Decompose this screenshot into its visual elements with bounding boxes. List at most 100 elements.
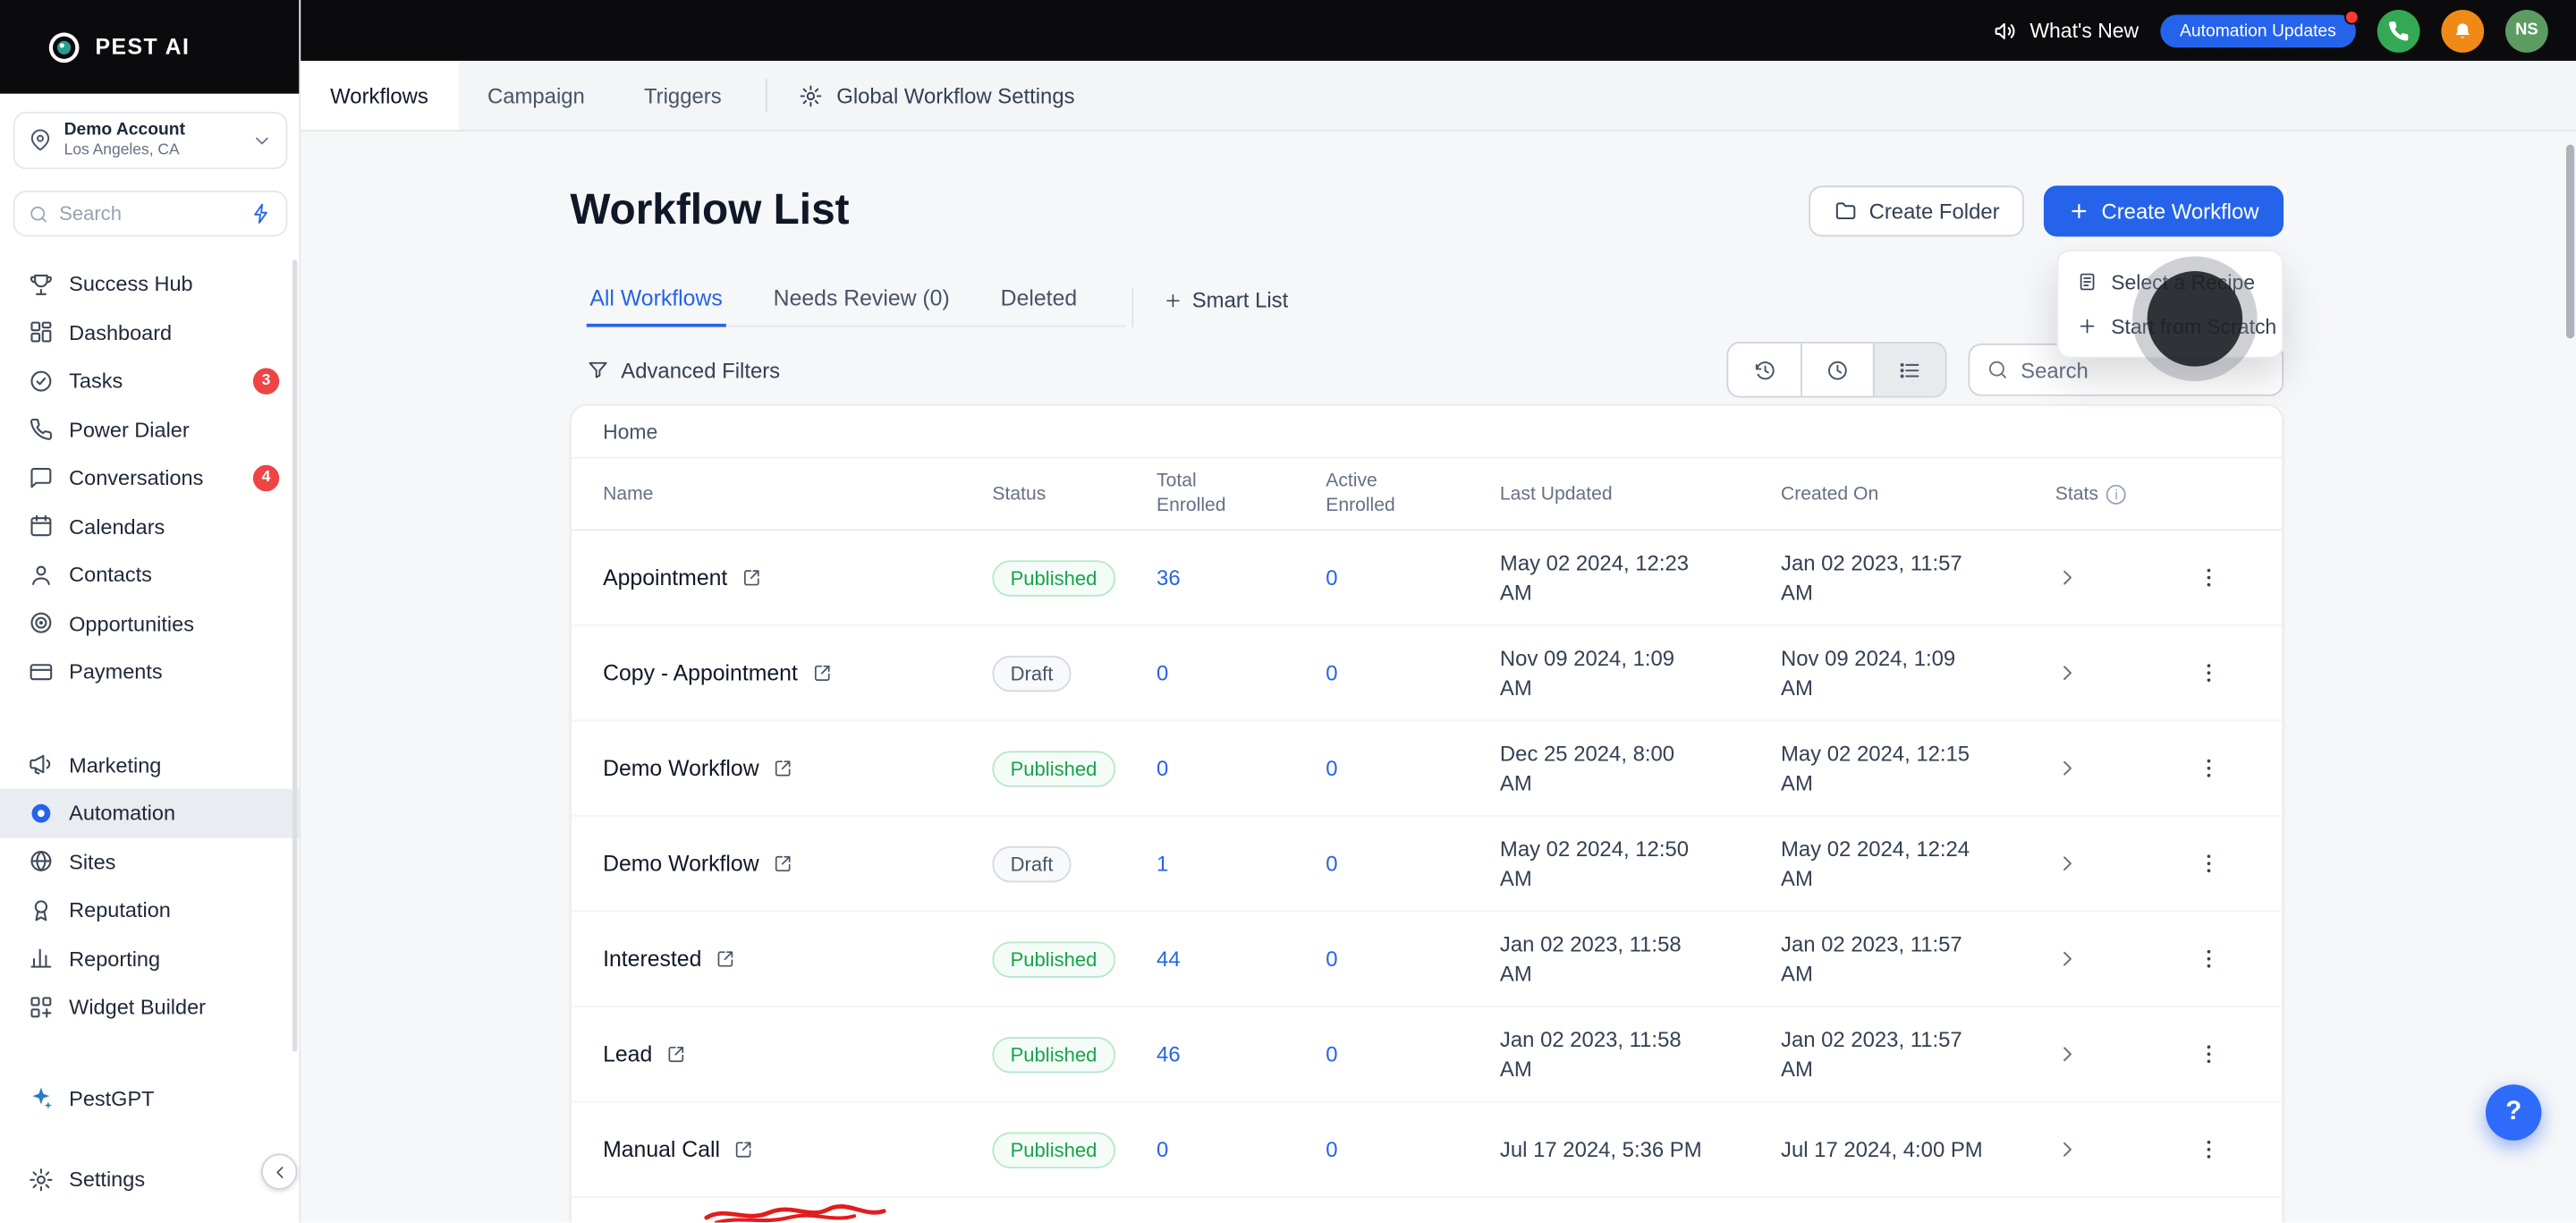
sidebar-item-tasks[interactable]: Tasks 3 xyxy=(0,357,299,405)
sidebar-item-success-hub[interactable]: Success Hub xyxy=(0,259,299,308)
sidebar-item-reporting[interactable]: Reporting xyxy=(0,934,299,982)
page-scrollbar[interactable] xyxy=(2565,144,2575,339)
workflow-name-cell[interactable]: Appointment xyxy=(603,565,992,590)
sidebar-scrollbar[interactable] xyxy=(292,259,298,1052)
stats-link[interactable] xyxy=(2055,565,2171,590)
row-menu-button[interactable] xyxy=(2170,1041,2256,1066)
active-enrolled-value[interactable]: 0 xyxy=(1326,1137,1500,1162)
workflow-name[interactable]: Lead xyxy=(603,1041,652,1066)
alerts-button[interactable] xyxy=(2441,9,2485,52)
workflow-name[interactable]: Demo Workflow xyxy=(603,756,759,781)
workflow-name[interactable]: Interested xyxy=(603,947,701,972)
active-enrolled-value[interactable]: 0 xyxy=(1326,756,1500,781)
workflow-name-cell[interactable]: Copy - Appointment xyxy=(603,660,992,685)
sidebar-search-input[interactable] xyxy=(59,201,241,225)
global-workflow-settings-button[interactable]: Global Workflow Settings xyxy=(783,61,1091,130)
whats-new-button[interactable]: What's New xyxy=(1992,17,2139,43)
total-enrolled-value[interactable]: 44 xyxy=(1157,947,1326,972)
sidebar-item-dashboard[interactable]: Dashboard xyxy=(0,308,299,356)
total-enrolled-value[interactable]: 46 xyxy=(1157,1041,1326,1066)
sidebar-item-settings[interactable]: Settings xyxy=(0,1155,299,1203)
sidebar-item-pestgpt[interactable]: PestGPT xyxy=(0,1074,299,1122)
row-menu-button[interactable] xyxy=(2170,851,2256,876)
stats-link[interactable] xyxy=(2055,1041,2171,1066)
stats-link[interactable] xyxy=(2055,947,2171,972)
stats-link[interactable] xyxy=(2055,1137,2171,1162)
account-switcher[interactable]: Demo Account Los Angeles, CA xyxy=(13,111,288,170)
sidebar-item-widget-builder[interactable]: Widget Builder xyxy=(0,982,299,1031)
sidebar-item-contacts[interactable]: Contacts xyxy=(0,550,299,599)
workflow-name-cell[interactable]: Lead xyxy=(603,1041,992,1066)
workflow-name[interactable]: Manual Call xyxy=(603,1137,720,1162)
quick-actions-bolt-icon[interactable] xyxy=(250,202,273,225)
external-link-icon[interactable] xyxy=(733,1139,755,1160)
external-link-icon[interactable] xyxy=(811,662,833,684)
row-menu-button[interactable] xyxy=(2170,947,2256,972)
external-link-icon[interactable] xyxy=(772,758,793,779)
sidebar-item-opportunities[interactable]: Opportunities xyxy=(0,599,299,647)
sidebar-item-reputation[interactable]: Reputation xyxy=(0,886,299,934)
advanced-filters-button[interactable]: Advanced Filters xyxy=(587,357,780,382)
stats-link[interactable] xyxy=(2055,660,2171,685)
table-row[interactable]: Interested Published 44 0 Jan 02 2023, 1… xyxy=(572,912,2283,1007)
stats-link[interactable] xyxy=(2055,851,2171,876)
breadcrumb[interactable]: Home xyxy=(572,406,2283,459)
sidebar-item-sites[interactable]: Sites xyxy=(0,837,299,886)
active-enrolled-value[interactable]: 0 xyxy=(1326,851,1500,876)
external-link-icon[interactable] xyxy=(715,948,736,970)
active-enrolled-value[interactable]: 0 xyxy=(1326,565,1500,590)
user-avatar[interactable]: NS xyxy=(2505,9,2548,52)
workflow-name[interactable]: Appointment xyxy=(603,565,727,590)
sidebar-item-conversations[interactable]: Conversations 4 xyxy=(0,454,299,502)
workflow-name-cell[interactable]: Demo Workflow xyxy=(603,851,992,876)
sidebar-item-automation[interactable]: Automation xyxy=(0,788,300,837)
stats-link[interactable] xyxy=(2055,756,2171,781)
tab-campaign[interactable]: Campaign xyxy=(458,61,614,130)
workflow-name-cell[interactable]: Demo Workflow xyxy=(603,756,992,781)
sidebar-collapse-button[interactable] xyxy=(261,1153,298,1190)
table-row[interactable]: Manual Call Published 0 0 Jul 17 2024, 5… xyxy=(572,1102,2283,1198)
workflow-name-cell[interactable]: Manual Call xyxy=(603,1137,992,1162)
sidebar-item-marketing[interactable]: Marketing xyxy=(0,740,299,788)
row-menu-button[interactable] xyxy=(2170,1137,2256,1162)
automation-updates-button[interactable]: Automation Updates xyxy=(2160,9,2360,47)
workflow-name[interactable]: Demo Workflow xyxy=(603,851,759,876)
table-row[interactable]: Demo Workflow Published 0 0 Dec 25 2024,… xyxy=(572,721,2283,817)
tab-triggers[interactable]: Triggers xyxy=(614,61,751,130)
external-link-icon[interactable] xyxy=(665,1043,687,1065)
total-enrolled-value[interactable]: 0 xyxy=(1157,756,1326,781)
tab-workflows[interactable]: Workflows xyxy=(301,60,458,131)
create-folder-button[interactable]: Create Folder xyxy=(1808,185,2025,237)
dialer-button[interactable] xyxy=(2377,9,2420,52)
workflow-search-input[interactable] xyxy=(2021,357,2266,383)
row-menu-button[interactable] xyxy=(2170,660,2256,685)
list-view-button[interactable] xyxy=(1872,343,1945,396)
sidebar-item-payments[interactable]: Payments xyxy=(0,648,299,696)
sidebar-item-calendars[interactable]: Calendars xyxy=(0,502,299,550)
history-view-button[interactable] xyxy=(1728,344,1801,396)
table-row[interactable]: Copy - Appointment Draft 0 0 Nov 09 2024… xyxy=(572,626,2283,722)
total-enrolled-value[interactable]: 36 xyxy=(1157,565,1326,590)
row-menu-button[interactable] xyxy=(2170,756,2256,781)
sidebar-item-power-dialer[interactable]: Power Dialer xyxy=(0,405,299,454)
external-link-icon[interactable] xyxy=(741,567,762,589)
table-row[interactable]: Appointment Published 36 0 May 02 2024, … xyxy=(572,531,2283,626)
clock-view-button[interactable] xyxy=(1801,343,1873,396)
table-row[interactable]: Lead Published 46 0 Jan 02 2023, 11:58 A… xyxy=(572,1007,2283,1103)
workflow-name-cell[interactable]: Interested xyxy=(603,947,992,972)
help-button[interactable]: ? xyxy=(2485,1084,2542,1141)
external-link-icon[interactable] xyxy=(772,853,793,874)
row-menu-button[interactable] xyxy=(2170,565,2256,590)
tab-needs-review[interactable]: Needs Review (0) xyxy=(770,286,953,327)
create-workflow-button[interactable]: Create Workflow xyxy=(2044,185,2284,237)
workflow-name[interactable]: Copy - Appointment xyxy=(603,660,798,685)
active-enrolled-value[interactable]: 0 xyxy=(1326,1041,1500,1066)
table-row[interactable]: Demo Workflow Draft 1 0 May 02 2024, 12:… xyxy=(572,817,2283,913)
total-enrolled-value[interactable]: 1 xyxy=(1157,851,1326,876)
active-enrolled-value[interactable]: 0 xyxy=(1326,660,1500,685)
tab-all-workflows[interactable]: All Workflows xyxy=(586,286,726,327)
total-enrolled-value[interactable]: 0 xyxy=(1157,1137,1326,1162)
smart-list-button[interactable]: Smart List xyxy=(1131,287,1288,327)
active-enrolled-value[interactable]: 0 xyxy=(1326,947,1500,972)
tab-deleted[interactable]: Deleted xyxy=(997,286,1080,327)
